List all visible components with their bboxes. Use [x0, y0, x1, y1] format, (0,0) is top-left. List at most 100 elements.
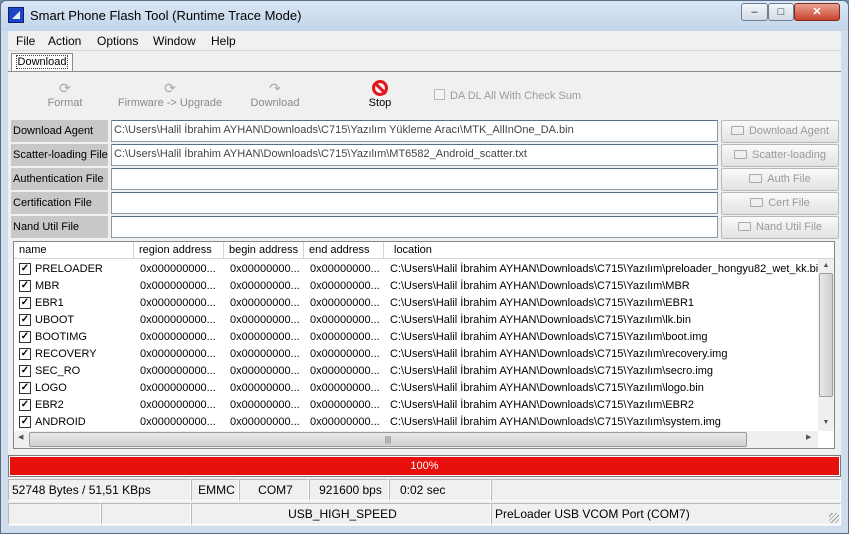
status-bar-2: USB_HIGH_SPEED PreLoader USB VCOM Port (…: [8, 503, 841, 525]
column-begin-address[interactable]: begin address: [224, 242, 304, 259]
row-location: C:\Users\Halil İbrahim AYHAN\Downloads\C…: [390, 348, 728, 360]
row-checkbox[interactable]: ✓: [19, 399, 31, 411]
upgrade-icon: ⟳: [164, 80, 176, 96]
menu-window[interactable]: Window: [153, 34, 196, 48]
table-row[interactable]: ✓ BOOTIMG 0x000000000... 0x00000000... 0x000…: [14, 329, 818, 346]
download-agent-button[interactable]: Download Agent: [721, 120, 839, 143]
status-baud: 921600 bps: [309, 479, 389, 501]
column-name[interactable]: name: [14, 242, 134, 259]
scroll-right-icon[interactable]: ▶: [806, 433, 811, 441]
menu-options[interactable]: Options: [97, 34, 138, 48]
status-usb-speed: USB_HIGH_SPEED: [191, 503, 491, 525]
row-name: SEC_RO: [35, 365, 81, 377]
table-row[interactable]: ✓ UBOOT 0x000000000... 0x00000000... 0x00000…: [14, 312, 818, 329]
checksum-box: [434, 89, 445, 100]
row-end-address: 0x00000000...: [310, 314, 380, 326]
table-row[interactable]: ✓ EBR2 0x000000000... 0x00000000... 0x000000…: [14, 397, 818, 414]
list-header: name region address begin address end ad…: [14, 242, 834, 259]
cert-file-button-label: Cert File: [768, 197, 810, 209]
firmware-upgrade-button[interactable]: ⟳ Firmware -> Upgrade: [115, 79, 225, 109]
row-location: C:\Users\Halil İbrahim AYHAN\Downloads\C…: [390, 280, 690, 292]
title-bar[interactable]: Smart Phone Flash Tool (Runtime Trace Mo…: [1, 1, 848, 31]
checksum-checkbox[interactable]: DA DL All With Check Sum: [434, 89, 581, 102]
maximize-button[interactable]: □: [768, 3, 794, 21]
table-row[interactable]: ✓ ANDROID 0x000000000... 0x00000000... 0x000…: [14, 414, 818, 431]
scatter-loading-button[interactable]: Scatter-loading: [721, 144, 839, 167]
row-checkbox[interactable]: ✓: [19, 365, 31, 377]
column-region-address[interactable]: region address: [134, 242, 224, 259]
menu-help[interactable]: Help: [211, 34, 236, 48]
row-region-address: 0x000000000...: [140, 416, 216, 428]
format-button[interactable]: ⟳ Format: [10, 79, 120, 109]
close-button[interactable]: ✕: [794, 3, 840, 21]
stop-button[interactable]: Stop: [325, 79, 435, 109]
stop-icon: [372, 80, 388, 96]
table-row[interactable]: ✓ RECOVERY 0x000000000... 0x00000000... 0x00…: [14, 346, 818, 363]
row-end-address: 0x00000000...: [310, 382, 380, 394]
status-cell-2: [101, 503, 191, 525]
download-label: Download: [250, 97, 300, 109]
row-name: EBR1: [35, 297, 64, 309]
app-icon: [8, 7, 24, 23]
scatter-loading-row: Scatter-loading File C:\Users\Halil İbra…: [11, 144, 839, 167]
cert-file-button[interactable]: Cert File: [721, 192, 839, 215]
row-checkbox[interactable]: ✓: [19, 263, 31, 275]
table-row[interactable]: ✓ LOGO 0x000000000... 0x00000000... 0x000000…: [14, 380, 818, 397]
auth-file-input[interactable]: [111, 168, 718, 190]
scatter-loading-input[interactable]: C:\Users\Halil İbrahim AYHAN\Downloads\C…: [111, 144, 718, 166]
row-region-address: 0x000000000...: [140, 365, 216, 377]
download-agent-input[interactable]: C:\Users\Halil İbrahim AYHAN\Downloads\C…: [111, 120, 718, 142]
menu-action[interactable]: Action: [48, 34, 81, 48]
nand-util-input[interactable]: [111, 216, 718, 238]
table-row[interactable]: ✓ PRELOADER 0x000000000... 0x00000000... 0x0…: [14, 261, 818, 278]
row-end-address: 0x00000000...: [310, 399, 380, 411]
vertical-scroll-thumb[interactable]: [819, 273, 833, 397]
row-checkbox[interactable]: ✓: [19, 280, 31, 292]
status-cell-1: [8, 503, 101, 525]
row-checkbox[interactable]: ✓: [19, 416, 31, 428]
vertical-scrollbar[interactable]: ▲ ▼: [818, 259, 834, 431]
cert-file-label: Certification File: [11, 192, 108, 214]
folder-icon: [734, 150, 747, 159]
nand-util-row: Nand Util File Nand Util File: [11, 216, 839, 239]
cert-file-input[interactable]: [111, 192, 718, 214]
row-name: PRELOADER: [35, 263, 103, 275]
download-button[interactable]: ↷ Download: [220, 79, 330, 109]
tab-divider: [8, 71, 841, 72]
scroll-left-icon[interactable]: ◀: [18, 433, 23, 441]
row-end-address: 0x00000000...: [310, 263, 380, 275]
download-icon: ↷: [269, 80, 281, 96]
table-row[interactable]: ✓ SEC_RO 0x000000000... 0x00000000... 0x0000…: [14, 363, 818, 380]
horizontal-scroll-thumb[interactable]: |||: [29, 432, 747, 447]
row-checkbox[interactable]: ✓: [19, 348, 31, 360]
scroll-down-icon[interactable]: ▼: [818, 419, 834, 426]
status-time: 0:02 sec: [389, 479, 491, 501]
row-checkbox[interactable]: ✓: [19, 297, 31, 309]
row-name: EBR2: [35, 399, 64, 411]
row-region-address: 0x000000000...: [140, 297, 216, 309]
nand-util-button[interactable]: Nand Util File: [721, 216, 839, 239]
row-end-address: 0x00000000...: [310, 348, 380, 360]
table-row[interactable]: ✓ MBR 0x000000000... 0x00000000... 0x0000000…: [14, 278, 818, 295]
auth-file-button[interactable]: Auth File: [721, 168, 839, 191]
horizontal-scrollbar[interactable]: ◀ ||| ▶: [14, 431, 818, 448]
tab-download[interactable]: Download: [11, 53, 73, 71]
auth-file-label: Authentication File: [11, 168, 108, 190]
resize-grip-icon[interactable]: [829, 513, 839, 523]
row-checkbox[interactable]: ✓: [19, 382, 31, 394]
column-location[interactable]: location: [384, 242, 834, 259]
minimize-button[interactable]: –: [741, 3, 768, 21]
firmware-upgrade-label: Firmware -> Upgrade: [117, 97, 223, 109]
row-checkbox[interactable]: ✓: [19, 314, 31, 326]
row-checkbox[interactable]: ✓: [19, 331, 31, 343]
column-end-address[interactable]: end address: [304, 242, 384, 259]
scatter-loading-button-label: Scatter-loading: [752, 149, 826, 161]
status-port-name: PreLoader USB VCOM Port (COM7): [491, 503, 841, 525]
scroll-up-icon[interactable]: ▲: [818, 262, 834, 269]
folder-icon: [749, 174, 763, 183]
row-begin-address: 0x00000000...: [230, 348, 300, 360]
row-begin-address: 0x00000000...: [230, 365, 300, 377]
menu-file[interactable]: File: [16, 34, 35, 48]
folder-icon: [730, 126, 744, 135]
table-row[interactable]: ✓ EBR1 0x000000000... 0x00000000... 0x000000…: [14, 295, 818, 312]
